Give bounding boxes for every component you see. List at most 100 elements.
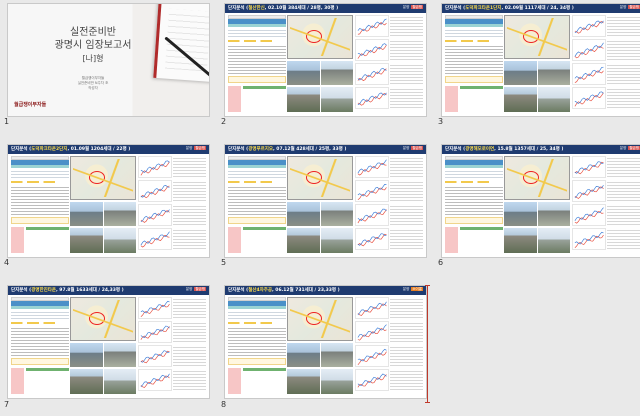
price-chart (138, 297, 172, 319)
complex-photo (538, 228, 570, 253)
price-stats-table (173, 369, 206, 391)
chart-series-line (357, 159, 387, 174)
price-trend-chart (140, 373, 170, 388)
price-trend-chart (357, 67, 387, 81)
price-chart (572, 156, 606, 178)
price-stats-table (607, 228, 640, 250)
price-chart (355, 180, 389, 202)
price-trend-chart (357, 233, 387, 247)
price-trend-chart (574, 20, 604, 34)
slide-thumbnail-3[interactable]: 단지분석 (도덕파크타운1단지, 02.09월 1117세대 / 24, 34평… (442, 4, 640, 116)
price-chart-panel (138, 156, 206, 254)
chart-series-line (574, 207, 604, 221)
price-chart (355, 345, 389, 367)
price-chart (355, 204, 389, 226)
price-table (11, 368, 69, 394)
note-box (11, 217, 69, 224)
price-table-header (26, 227, 69, 230)
location-map-image (287, 15, 353, 59)
tag-name: 월급쟁 (628, 146, 640, 150)
chart-series-line (357, 301, 387, 316)
selection-marker (425, 285, 430, 403)
price-chart-panel (355, 156, 423, 254)
slide-number-6: 6 (438, 258, 444, 267)
price-stats-table (607, 156, 640, 178)
price-stats-table (607, 204, 640, 226)
slide-header-bar: 단지분석 (광명해모로이연, 15.8월 1357세대 / 25, 34평 ) … (442, 145, 640, 154)
price-chart (572, 228, 606, 250)
tag-name: 월급쟁 (628, 5, 640, 9)
info-text-block (228, 28, 286, 38)
slide-header-title: 단지분석 (도덕파크타운2단지, 01.09월 1204세대 / 22평 ) (11, 146, 130, 152)
price-trend-chart (357, 348, 387, 366)
slide-thumbnail-8[interactable]: 단지분석 (철산4차주공, 06.12월 731세대 / 23,33평 ) 분양… (225, 286, 426, 398)
slide-header-bar: 단지분석 (도덕파크타운1단지, 02.09월 1117세대 / 24, 34평… (442, 4, 640, 13)
slide-header-bar: 단지분석 (광명한진타운, 97.8월 1633세대 / 24,33평 ) 분양… (8, 286, 209, 295)
complex-photo (321, 228, 353, 253)
slide-thumbnail-4[interactable]: 단지분석 (도덕파크타운2단지, 01.09월 1204세대 / 22평 ) 분… (8, 145, 209, 257)
complex-photo (287, 228, 320, 253)
cover-brand-logo: 월급쟁이부자들 (14, 102, 47, 108)
slide-header-title: 단지분석 (광명푸르지오, 07.12월 428세대 / 25평, 33평 ) (228, 146, 346, 152)
price-table-header (460, 227, 503, 230)
slide-header-title: 단지분석 (도덕파크타운1단지, 02.09월 1117세대 / 24, 34평… (445, 5, 574, 11)
summary-table-row (11, 306, 69, 309)
tag-label: 분양 (185, 146, 193, 150)
highlight-tags (228, 322, 286, 324)
slide-thumbnail-7[interactable]: 단지분석 (광명한진타운, 97.8월 1633세대 / 24,33평 ) 분양… (8, 286, 209, 398)
chart-series-line (357, 184, 387, 197)
cover-subtitle-line: 작성자 (88, 86, 98, 90)
notebook-image (153, 4, 209, 82)
price-stats-table (390, 297, 423, 319)
slide-thumbnail-5[interactable]: 단지분석 (광명푸르지오, 07.12월 428세대 / 25평, 33평 ) … (225, 145, 426, 257)
summary-table-row (228, 306, 286, 309)
slide-header-bar: 단지분석 (철산4차주공, 06.12월 731세대 / 23,33평 ) 분양… (225, 286, 426, 295)
slide-header-bar: 단지분석 (도덕파크타운2단지, 01.09월 1204세대 / 22평 ) 분… (8, 145, 209, 154)
price-chart (138, 228, 172, 250)
header-prefix: 단지분석 ( (11, 288, 32, 293)
price-stats-table (390, 156, 423, 178)
price-stats-table (173, 345, 206, 367)
slide-thumbnail-1[interactable]: 실전준비반 광명시 임장보고서 [나]형 월급쟁이부자들 실전준비반 N주차 조… (8, 4, 209, 116)
price-chart-panel (138, 297, 206, 395)
slide-thumbnail-2[interactable]: 단지분석 (철산한신, 02.10월 384세대 / 28평, 30평 ) 분양… (225, 4, 426, 116)
price-trend-chart (574, 42, 604, 59)
chart-series-line (357, 324, 387, 338)
slide-thumbnail-6[interactable]: 단지분석 (광명해모로이연, 15.8월 1357세대 / 25, 34평 ) … (442, 145, 640, 257)
note-box (445, 76, 503, 83)
price-trend-chart (140, 231, 170, 248)
slide-header-title: 단지분석 (광명한진타운, 97.8월 1633세대 / 24,33평 ) (11, 287, 124, 293)
chart-series-line (140, 185, 170, 199)
price-trend-chart (357, 373, 387, 388)
chart-series-line (140, 373, 170, 388)
slide-number-8: 8 (221, 400, 227, 409)
chart-series-line (140, 350, 170, 364)
header-complex-name: 광명한진타운 (31, 288, 57, 293)
header-author-tag: 분양 월급쟁 (620, 146, 640, 151)
slide-header-bar: 단지분석 (철산한신, 02.10월 384세대 / 28평, 30평 ) 분양… (225, 4, 426, 13)
complex-photo (287, 87, 320, 112)
price-stats-table (173, 297, 206, 319)
summary-table-row (445, 24, 503, 27)
header-author-tag: 분양 월급쟁 (620, 5, 640, 10)
tag-label: 분양 (619, 5, 627, 9)
price-table (445, 227, 503, 253)
header-prefix: 단지분석 ( (228, 288, 249, 293)
price-chart-panel (572, 15, 640, 113)
price-table (228, 227, 286, 253)
complex-photo (321, 61, 353, 85)
price-trend-chart (140, 185, 170, 199)
price-stats-table (173, 204, 206, 226)
chart-series-line (574, 231, 604, 245)
chart-series-line (357, 233, 387, 247)
chart-series-line (357, 67, 387, 81)
price-table-header (26, 368, 69, 371)
tag-label: 분양 (619, 146, 627, 150)
chart-series-line (357, 92, 387, 105)
price-table-header (460, 86, 503, 89)
slide-number-2: 2 (221, 117, 227, 126)
price-stats-table (390, 63, 423, 85)
header-prefix: 단지분석 ( (228, 147, 249, 152)
chart-series-line (357, 351, 387, 366)
price-trend-chart (140, 209, 170, 223)
